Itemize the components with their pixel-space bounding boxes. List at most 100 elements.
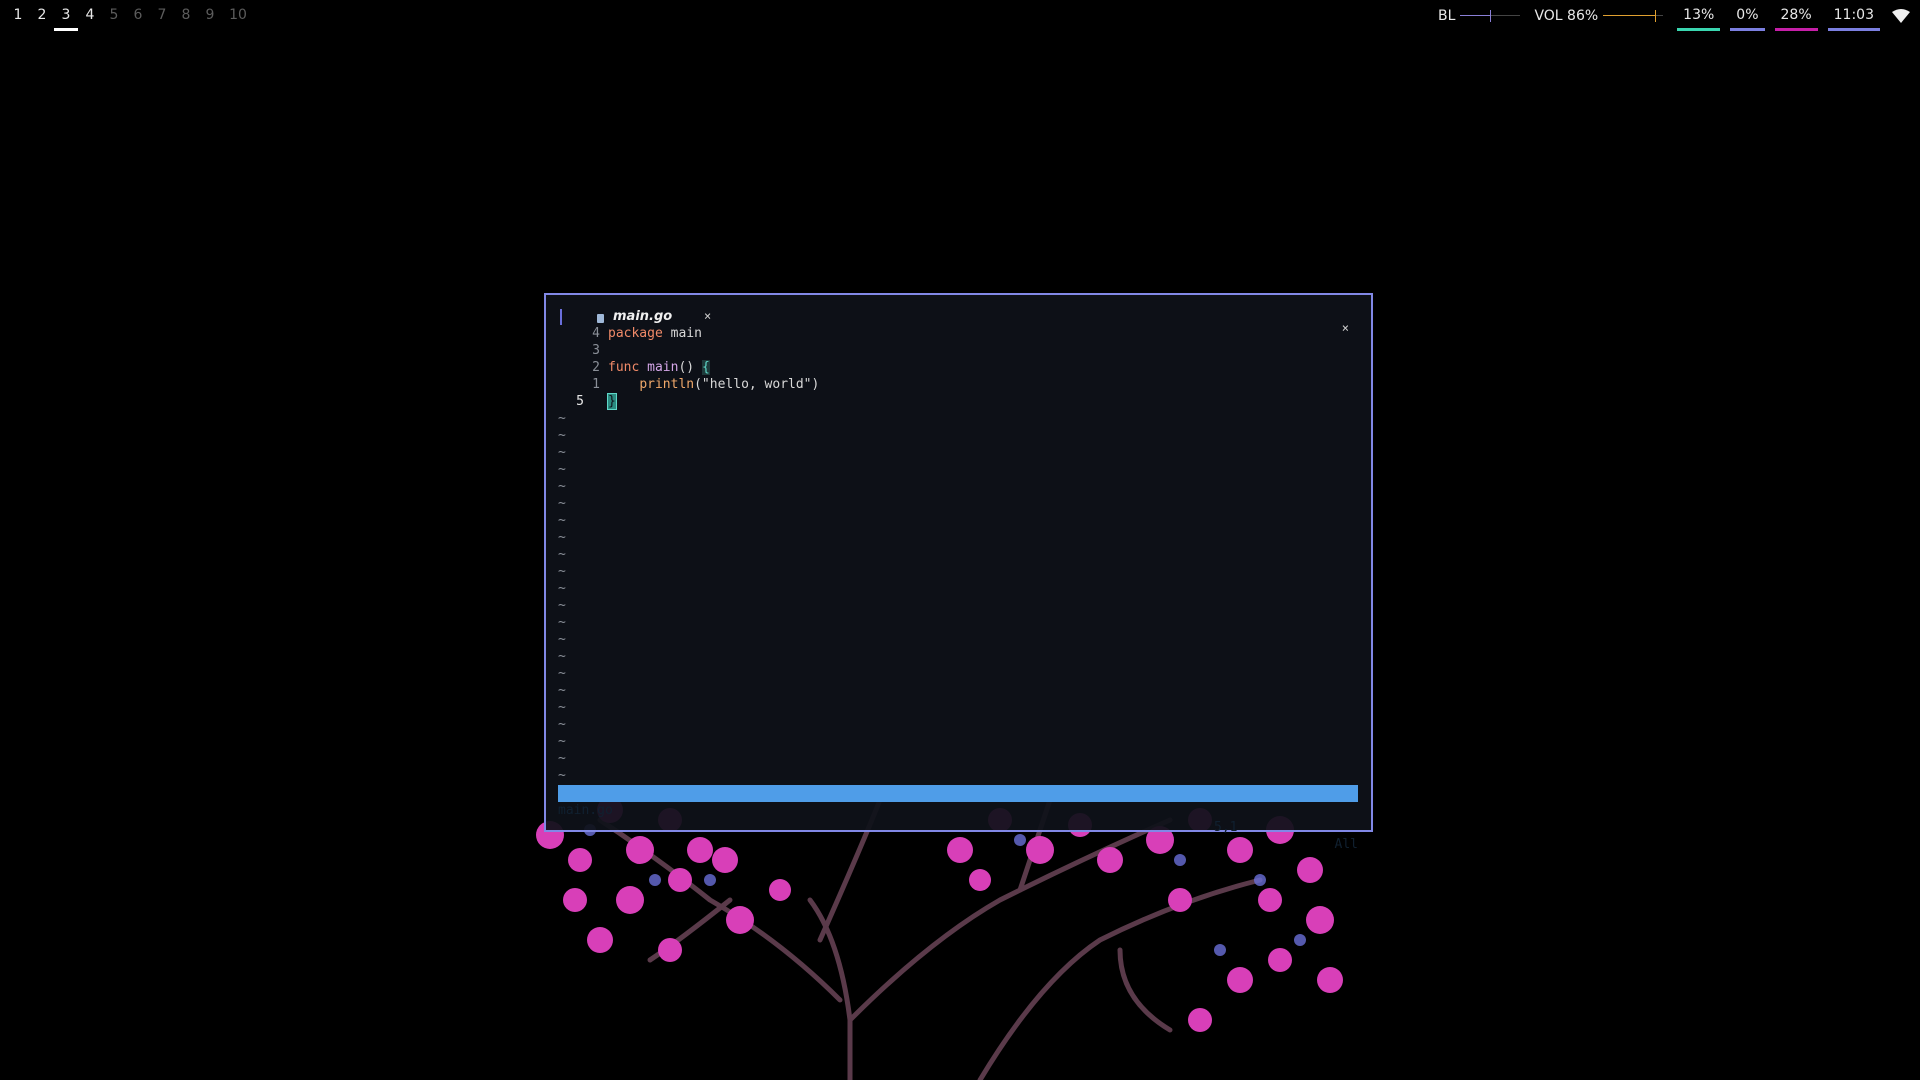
volume-label: VOL 86% (1534, 8, 1599, 24)
tilde-marker: ~ (558, 734, 566, 749)
empty-buffer-line: ~ (546, 733, 1371, 750)
statusline-percent: All (1334, 837, 1358, 852)
code-token: package (608, 326, 663, 341)
tilde-marker: ~ (558, 513, 566, 528)
empty-buffer-line: ~ (546, 665, 1371, 682)
workspace-8[interactable]: 8 (174, 0, 198, 32)
tilde-marker: ~ (558, 411, 566, 426)
line-text: println("hello, world") (608, 376, 819, 393)
tilde-marker: ~ (558, 428, 566, 443)
memory-meter: 28% (1774, 0, 1818, 32)
tab-close-button[interactable]: × (704, 307, 711, 325)
clock[interactable]: 11:03 (1827, 0, 1881, 32)
wifi-icon[interactable] (1890, 5, 1912, 27)
workspace-2[interactable]: 2 (30, 0, 54, 32)
empty-buffer-line: ~ (546, 750, 1371, 767)
workspace-6[interactable]: 6 (126, 0, 150, 32)
tilde-marker: ~ (558, 683, 566, 698)
vim-statusline: main.go 5,1 All (558, 785, 1358, 852)
tilde-marker: ~ (558, 717, 566, 732)
volume-slider[interactable] (1603, 9, 1664, 23)
statusline-filename: main.go (558, 803, 613, 818)
code-line: 4 package main (546, 325, 1371, 342)
tilde-marker: ~ (558, 530, 566, 545)
empty-buffer-line: ~ (546, 631, 1371, 648)
code-line: 5} (546, 393, 1371, 410)
code-line: 2 func main() { (546, 359, 1371, 376)
tilde-marker: ~ (558, 666, 566, 681)
empty-buffer-line: ~ (546, 767, 1371, 784)
tilde-marker: ~ (558, 700, 566, 715)
cpu-meter: 13% (1677, 0, 1721, 32)
tilde-marker: ~ (558, 649, 566, 664)
tab-label: main.go (613, 308, 673, 324)
empty-buffer-line: ~ (546, 410, 1371, 427)
line-number: 1 (592, 377, 600, 392)
empty-buffer-line: ~ (546, 648, 1371, 665)
code-line: 1 println("hello, world") (546, 376, 1371, 393)
workspace-5[interactable]: 5 (102, 0, 126, 32)
statusline-position: 5,1 (1214, 820, 1238, 835)
empty-buffer-line: ~ (546, 614, 1371, 631)
empty-buffer-line: ~ (546, 529, 1371, 546)
empty-buffer-line: ~ (546, 495, 1371, 512)
empty-buffer-line: ~ (546, 478, 1371, 495)
code-token: } (607, 393, 617, 410)
backlight-label: BL (1438, 8, 1456, 24)
tilde-marker: ~ (558, 632, 566, 647)
code-token: ("hello, world") (694, 377, 820, 392)
workspace-1[interactable]: 1 (6, 0, 30, 32)
workspace-10[interactable]: 10 (222, 0, 254, 32)
empty-buffer-line: ~ (546, 444, 1371, 461)
empty-buffer-line: ~ (546, 699, 1371, 716)
code-token: () (678, 360, 702, 375)
tab-main-go[interactable]: main.go (596, 307, 672, 325)
empty-buffer-line: ~ (546, 682, 1371, 699)
line-text: } (607, 393, 617, 410)
line-number: 5 (576, 394, 584, 409)
tilde-marker: ~ (558, 445, 566, 460)
tilde-marker: ~ (558, 768, 566, 783)
empty-buffer-line: ~ (546, 546, 1371, 563)
tab-bar: main.go × × (546, 307, 1371, 335)
tilde-marker: ~ (558, 581, 566, 596)
workspace-list: 1 2 3 4 5 6 7 8 9 10 (6, 0, 254, 32)
editor-window[interactable]: main.go × × 4 package main 3 2 func main() {… (544, 293, 1373, 852)
empty-buffer-line: ~ (546, 580, 1371, 597)
top-bar: 1 2 3 4 5 6 7 8 9 10 BL VOL 86% 13% 0% 28% 11:03 (0, 0, 1920, 32)
code-token: main (647, 360, 679, 375)
go-file-icon (596, 312, 605, 323)
code-line: 3 (546, 342, 1371, 359)
status-area: BL VOL 86% 13% 0% 28% 11:03 (1438, 0, 1920, 32)
tilde-marker: ~ (558, 496, 566, 511)
empty-buffer-line: ~ (546, 597, 1371, 614)
code-token: { (701, 360, 710, 375)
volume-indicator[interactable]: VOL 86% (1534, 0, 1664, 32)
line-number: 4 (592, 326, 600, 341)
code-token: func (608, 360, 640, 375)
workspace-4[interactable]: 4 (78, 0, 102, 32)
empty-buffer-line: ~ (546, 716, 1371, 733)
code-token: println (639, 377, 695, 392)
workspace-3[interactable]: 3 (54, 0, 78, 32)
disk-meter: 0% (1730, 0, 1765, 32)
empty-buffer-line: ~ (546, 461, 1371, 478)
tilde-marker: ~ (558, 564, 566, 579)
line-text: package main (608, 325, 702, 342)
workspace-9[interactable]: 9 (198, 0, 222, 32)
line-text: func main() { (608, 359, 710, 376)
empty-buffer-line: ~ (546, 563, 1371, 580)
tilde-marker: ~ (558, 615, 566, 630)
empty-buffer-line: ~ (546, 512, 1371, 529)
tilde-marker: ~ (558, 547, 566, 562)
backlight-indicator[interactable]: BL (1438, 0, 1521, 32)
workspace-7[interactable]: 7 (150, 0, 174, 32)
code-token: main (662, 326, 702, 341)
code-area[interactable]: 4 package main 3 2 func main() {1 println("h… (546, 325, 1371, 784)
tilde-marker: ~ (558, 462, 566, 477)
tilde-marker: ~ (558, 479, 566, 494)
backlight-slider[interactable] (1460, 9, 1521, 23)
tilde-marker: ~ (558, 598, 566, 613)
